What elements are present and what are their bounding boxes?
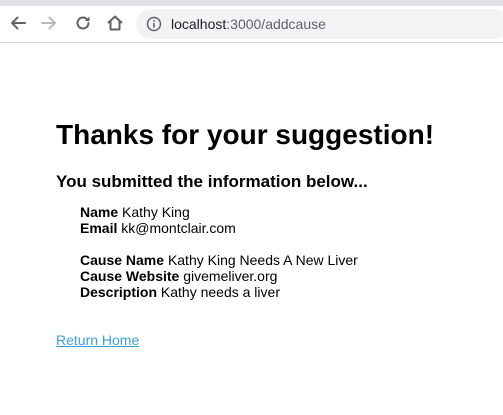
email-value: kk@montclair.com (121, 220, 236, 236)
cause-name-value: Kathy King Needs A New Liver (167, 252, 358, 268)
address-bar[interactable]: localhost:3000/addcause (136, 9, 503, 39)
forward-button[interactable] (36, 10, 62, 36)
page-title: Thanks for your suggestion! (56, 119, 435, 150)
email-label: Email (80, 220, 118, 236)
details-spacer (80, 236, 496, 252)
name-value: Kathy King (122, 204, 190, 220)
cause-website-value: givemeliver.org (183, 268, 278, 284)
description-value: Kathy needs a liver (160, 284, 280, 300)
reload-button[interactable] (70, 10, 96, 36)
return-home-link[interactable]: Return Home (56, 332, 139, 348)
name-label: Name (80, 204, 119, 220)
cause-name-row: Cause Name Kathy King Needs A New Liver (80, 252, 496, 268)
page-content: Thanks for your suggestion! You submitte… (56, 118, 496, 350)
home-button[interactable] (102, 10, 128, 36)
back-arrow-icon (9, 14, 27, 32)
email-row: Email kk@montclair.com (80, 220, 496, 236)
address-text[interactable]: localhost:3000/addcause (171, 16, 326, 32)
description-label: Description (80, 284, 158, 300)
back-button[interactable] (5, 10, 31, 36)
browser-toolbar: localhost:3000/addcause (0, 6, 503, 43)
description-row: Description Kathy needs a liver (80, 284, 496, 300)
cause-website-row: Cause Website givemeliver.org (80, 268, 496, 284)
forward-arrow-icon (40, 14, 58, 32)
page-subtitle: You submitted the information below... (56, 172, 368, 191)
url-host: localhost (171, 16, 227, 32)
submission-details: Name Kathy King Email kk@montclair.com C… (80, 204, 496, 300)
cause-website-label: Cause Website (80, 268, 180, 284)
reload-icon (74, 14, 92, 32)
name-row: Name Kathy King (80, 204, 496, 220)
home-icon (106, 14, 124, 32)
cause-name-label: Cause Name (80, 252, 165, 268)
info-icon[interactable] (146, 16, 162, 32)
url-path: :3000/addcause (226, 16, 326, 32)
